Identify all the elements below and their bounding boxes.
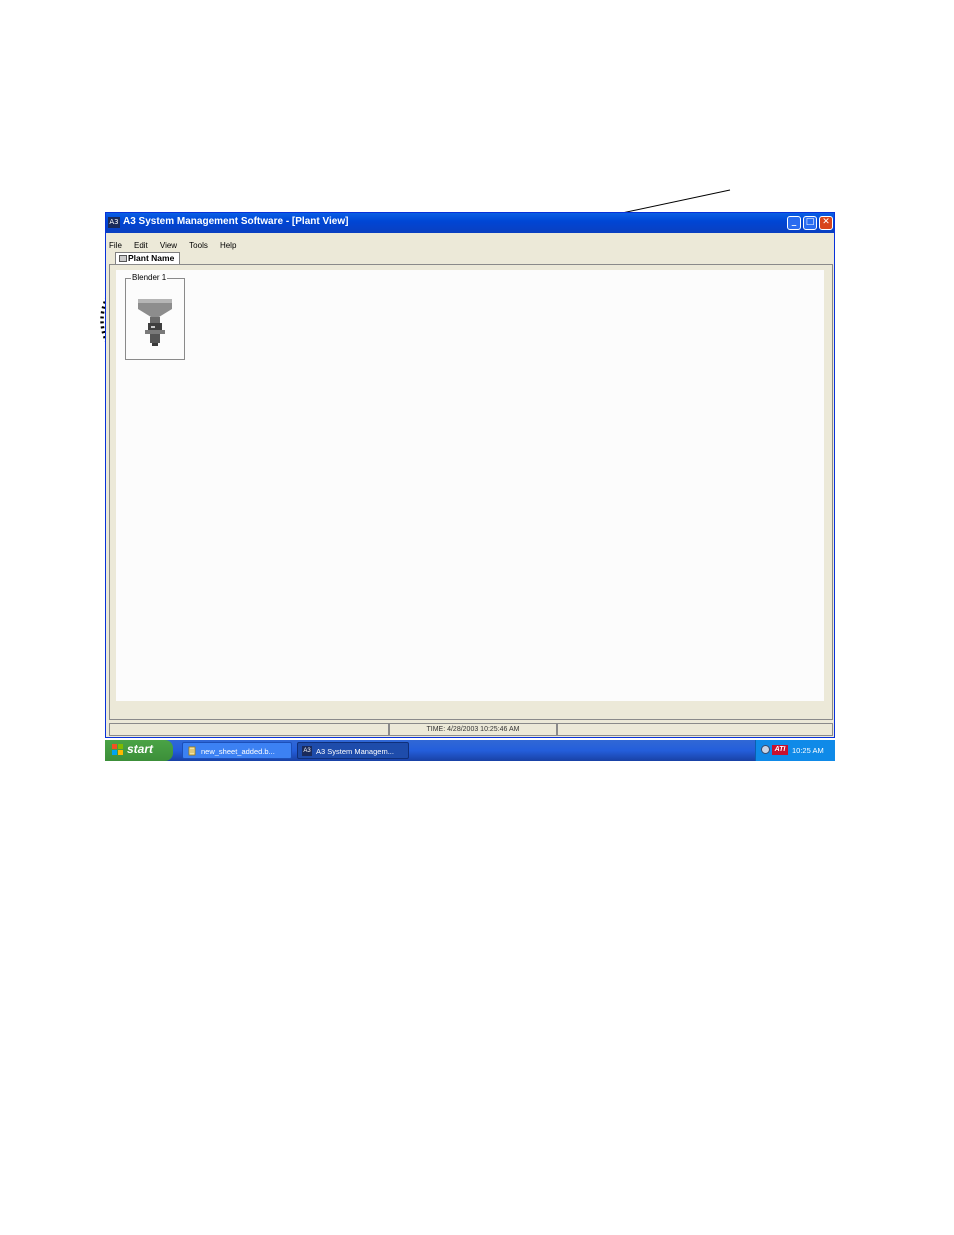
device-label: Blender 1 xyxy=(131,273,168,283)
status-bar: TIME: 4/28/2003 10:25:46 AM xyxy=(109,723,833,736)
blender-icon xyxy=(138,299,172,346)
taskbar: start new_sheet_added.b... A3 A3 System … xyxy=(105,740,835,761)
tab-plant-name[interactable]: Plant Name xyxy=(115,252,180,264)
app-icon: A3 xyxy=(108,217,120,228)
menu-view[interactable]: View xyxy=(160,239,177,252)
maximize-button[interactable]: □ xyxy=(803,216,817,230)
ati-logo-icon[interactable]: ATI xyxy=(772,745,788,755)
system-tray: ATI 10:25 AM xyxy=(755,740,835,761)
a3-app-icon: A3 xyxy=(302,746,312,756)
status-time: TIME: 4/28/2003 10:25:46 AM xyxy=(389,723,557,736)
document-icon xyxy=(188,746,196,756)
taskbar-button-a3[interactable]: A3 A3 System Managem... xyxy=(297,742,409,759)
task-label: new_sheet_added.b... xyxy=(201,747,275,756)
windows-flag-icon xyxy=(112,744,123,755)
title-bar[interactable]: A3 A3 System Management Software - [Plan… xyxy=(106,213,834,233)
menu-help[interactable]: Help xyxy=(220,239,236,252)
app-window: A3 A3 System Management Software - [Plan… xyxy=(105,212,835,738)
start-label: start xyxy=(127,742,154,756)
taskbar-button-document[interactable]: new_sheet_added.b... xyxy=(182,742,292,759)
plant-view-canvas: Blender 1 xyxy=(116,270,824,701)
close-button[interactable]: ✕ xyxy=(819,216,833,230)
task-label: A3 System Managem... xyxy=(316,747,394,756)
menu-file[interactable]: File xyxy=(109,239,122,252)
clock: 10:25 AM xyxy=(792,746,824,755)
sheet-icon xyxy=(119,255,127,262)
status-panel-right xyxy=(557,723,833,736)
start-button[interactable]: start xyxy=(105,740,173,761)
tab-label: Plant Name xyxy=(128,253,175,263)
tab-panel: Blender 1 xyxy=(109,264,833,720)
menu-bar: File Edit View Tools Help xyxy=(106,233,834,250)
minimize-button[interactable]: _ xyxy=(787,216,801,230)
network-icon[interactable] xyxy=(761,745,770,754)
menu-edit[interactable]: Edit xyxy=(134,239,148,252)
status-panel-left xyxy=(109,723,389,736)
device-blender-1[interactable]: Blender 1 xyxy=(125,273,185,360)
window-title: A3 System Management Software - [Plant V… xyxy=(123,216,349,227)
menu-tools[interactable]: Tools xyxy=(189,239,208,252)
